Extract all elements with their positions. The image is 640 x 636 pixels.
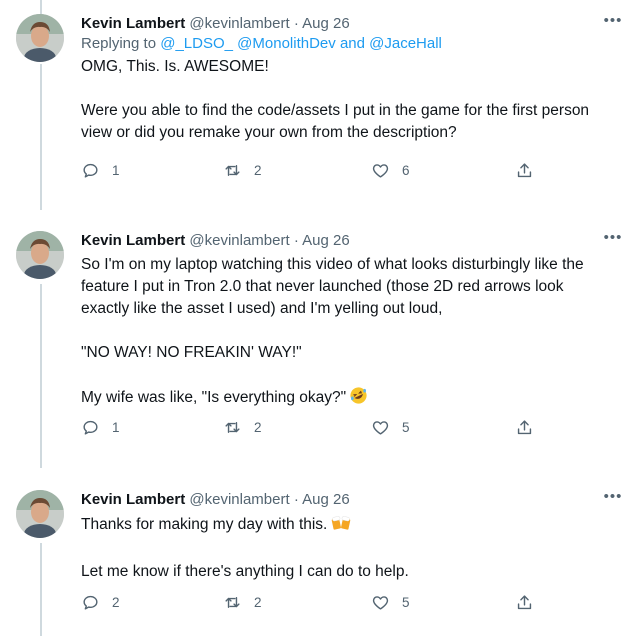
tweet-line: Let me know if there's anything I can do… — [81, 563, 409, 580]
share-icon — [515, 593, 534, 612]
reply-count: 1 — [112, 419, 120, 435]
rolling-laughing-emoji — [349, 386, 368, 412]
reply-icon — [81, 593, 100, 612]
like-count: 5 — [402, 419, 410, 435]
thread-line-top — [40, 0, 42, 14]
tweet-line: Were you able to find the code/assets I … — [81, 102, 590, 119]
reply-button[interactable]: 2 — [81, 590, 120, 614]
author-name[interactable]: Kevin Lambert — [81, 15, 185, 32]
mention-link[interactable]: @_LDSO_ — [160, 35, 233, 52]
reply-button[interactable]: 1 — [81, 158, 120, 182]
reply-button[interactable]: 1 — [81, 415, 120, 439]
tweet[interactable]: Kevin Lambert @kevinlambert · Aug 26 •••… — [0, 12, 640, 184]
replying-to: Replying to @_LDSO_ @MonolithDev and @Ja… — [81, 34, 624, 56]
tweet-date[interactable]: Aug 26 — [302, 15, 350, 32]
mention-link[interactable]: @MonolithDev — [237, 35, 336, 52]
avatar[interactable] — [16, 231, 64, 279]
retweet-count: 2 — [254, 594, 262, 610]
tweet-line: Thanks for making my day with this. — [81, 516, 328, 533]
separator: · — [293, 232, 299, 249]
share-icon — [515, 161, 534, 180]
tweet-line-with-emoji: My wife was like, "Is everything okay?" — [81, 386, 624, 412]
tweet-line: My wife was like, "Is everything okay?" — [81, 389, 347, 406]
mention-link[interactable]: @JaceHall — [369, 35, 442, 52]
retweet-icon — [223, 161, 242, 180]
share-button[interactable] — [515, 158, 534, 182]
replying-prefix: Replying to — [81, 35, 157, 52]
tweet-line: exactly like the asset I used) and I'm y… — [81, 300, 443, 317]
tweet-line: feature I put in Tron 2.0 that never lau… — [81, 278, 564, 295]
avatar[interactable] — [16, 490, 64, 538]
tweet-header: Kevin Lambert @kevinlambert · Aug 26 — [81, 231, 624, 251]
like-button[interactable]: 5 — [371, 590, 410, 614]
like-count: 5 — [402, 594, 410, 610]
tweet-line: view or did you remake your own from the… — [81, 124, 457, 141]
reply-count: 2 — [112, 594, 120, 610]
tweet-header: Kevin Lambert @kevinlambert · Aug 26 — [81, 490, 624, 510]
retweet-button[interactable]: 2 — [223, 158, 262, 182]
separator: · — [293, 491, 299, 508]
tweet[interactable]: Kevin Lambert @kevinlambert · Aug 26 •••… — [0, 488, 640, 620]
tweet-line: OMG, This. Is. AWESOME! — [81, 58, 269, 75]
tweet-line-blank — [81, 539, 624, 561]
reply-icon — [81, 161, 100, 180]
reply-count: 1 — [112, 162, 120, 178]
author-handle[interactable]: @kevinlambert — [189, 232, 289, 249]
tweet-text: Thanks for making my day with this. Let … — [81, 513, 624, 583]
retweet-icon — [223, 593, 242, 612]
tweet-line-blank — [81, 364, 624, 386]
share-icon — [515, 418, 534, 437]
mention-conjunction[interactable]: and — [340, 35, 365, 52]
more-icon[interactable]: ••• — [602, 12, 624, 32]
retweet-button[interactable]: 2 — [223, 415, 262, 439]
heart-icon — [371, 593, 390, 612]
more-icon[interactable]: ••• — [602, 229, 624, 249]
retweet-count: 2 — [254, 419, 262, 435]
tweet[interactable]: Kevin Lambert @kevinlambert · Aug 26 •••… — [0, 229, 640, 451]
tweet-line-with-emoji: Thanks for making my day with this. — [81, 513, 624, 539]
tweet-line: So I'm on my laptop watching this video … — [81, 256, 584, 273]
avatar[interactable] — [16, 14, 64, 62]
retweet-count: 2 — [254, 162, 262, 178]
separator: · — [293, 15, 299, 32]
retweet-icon — [223, 418, 242, 437]
tweet-date[interactable]: Aug 26 — [302, 232, 350, 249]
retweet-button[interactable]: 2 — [223, 590, 262, 614]
beer-mugs-emoji — [330, 513, 352, 539]
tweet-line-blank — [81, 78, 624, 100]
more-icon[interactable]: ••• — [602, 488, 624, 508]
tweet-date[interactable]: Aug 26 — [302, 491, 350, 508]
like-count: 6 — [402, 162, 410, 178]
tweet-text: OMG, This. Is. AWESOME! Were you able to… — [81, 56, 624, 144]
author-name[interactable]: Kevin Lambert — [81, 491, 185, 508]
tweet-actions: 1 2 5 — [81, 415, 541, 439]
share-button[interactable] — [515, 590, 534, 614]
heart-icon — [371, 418, 390, 437]
heart-icon — [371, 161, 390, 180]
tweet-header: Kevin Lambert @kevinlambert · Aug 26 — [81, 14, 624, 34]
tweet-line: "NO WAY! NO FREAKIN' WAY!" — [81, 344, 302, 361]
tweet-text: So I'm on my laptop watching this video … — [81, 254, 624, 412]
reply-icon — [81, 418, 100, 437]
author-name[interactable]: Kevin Lambert — [81, 232, 185, 249]
tweet-actions: 2 2 5 — [81, 590, 541, 614]
tweet-actions: 1 2 6 — [81, 158, 541, 182]
author-handle[interactable]: @kevinlambert — [189, 491, 289, 508]
like-button[interactable]: 6 — [371, 158, 410, 182]
author-handle[interactable]: @kevinlambert — [189, 15, 289, 32]
like-button[interactable]: 5 — [371, 415, 410, 439]
share-button[interactable] — [515, 415, 534, 439]
tweet-line-blank — [81, 320, 624, 342]
